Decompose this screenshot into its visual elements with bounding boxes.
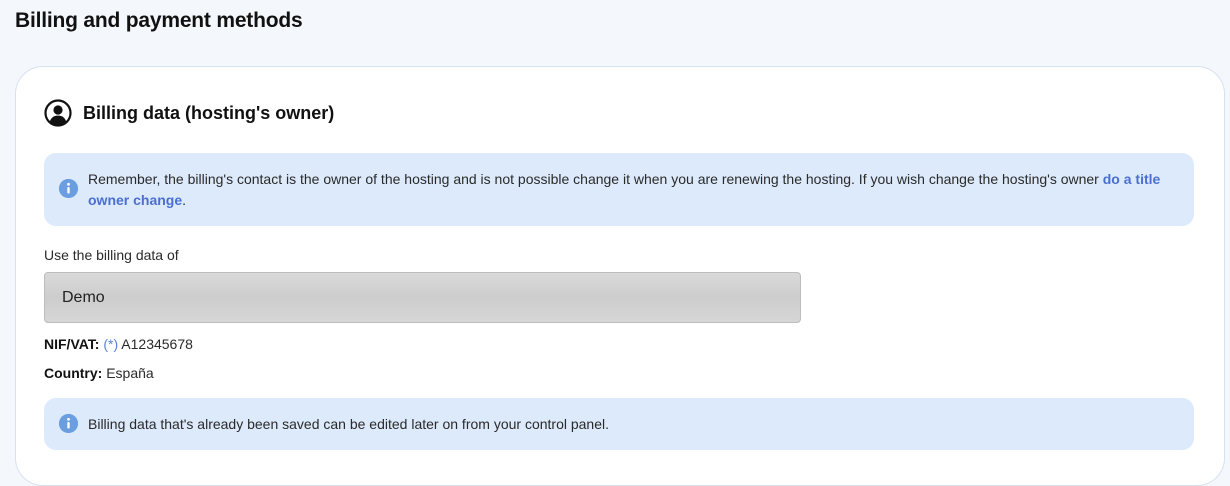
country-line: Country: España (44, 365, 154, 381)
section-title: Billing data (hosting's owner) (83, 102, 335, 123)
billing-data-select-value: Demo (62, 288, 105, 306)
nif-value: A12345678 (121, 336, 193, 352)
billing-select-label: Use the billing data of (44, 247, 179, 263)
user-circle-icon (44, 99, 72, 127)
info-icon (59, 179, 78, 198)
nif-label: NIF/VAT: (44, 336, 100, 352)
billing-card: Billing data (hosting's owner) Remember,… (15, 66, 1225, 486)
billing-data-select[interactable]: Demo (44, 272, 801, 323)
section-header: Billing data (hosting's owner) (44, 99, 334, 127)
country-value: España (106, 365, 154, 381)
saved-data-notice-text: Billing data that's already been saved c… (88, 416, 609, 432)
country-label: Country: (44, 365, 103, 381)
owner-notice: Remember, the billing's contact is the o… (44, 153, 1194, 226)
nif-vat-line: NIF/VAT: (*) A12345678 (44, 336, 193, 352)
page-title: Billing and payment methods (15, 9, 303, 32)
saved-data-notice: Billing data that's already been saved c… (44, 398, 1194, 450)
required-mark: (*) (103, 336, 119, 352)
info-icon (59, 414, 78, 433)
owner-notice-text: Remember, the billing's contact is the o… (88, 171, 1161, 208)
